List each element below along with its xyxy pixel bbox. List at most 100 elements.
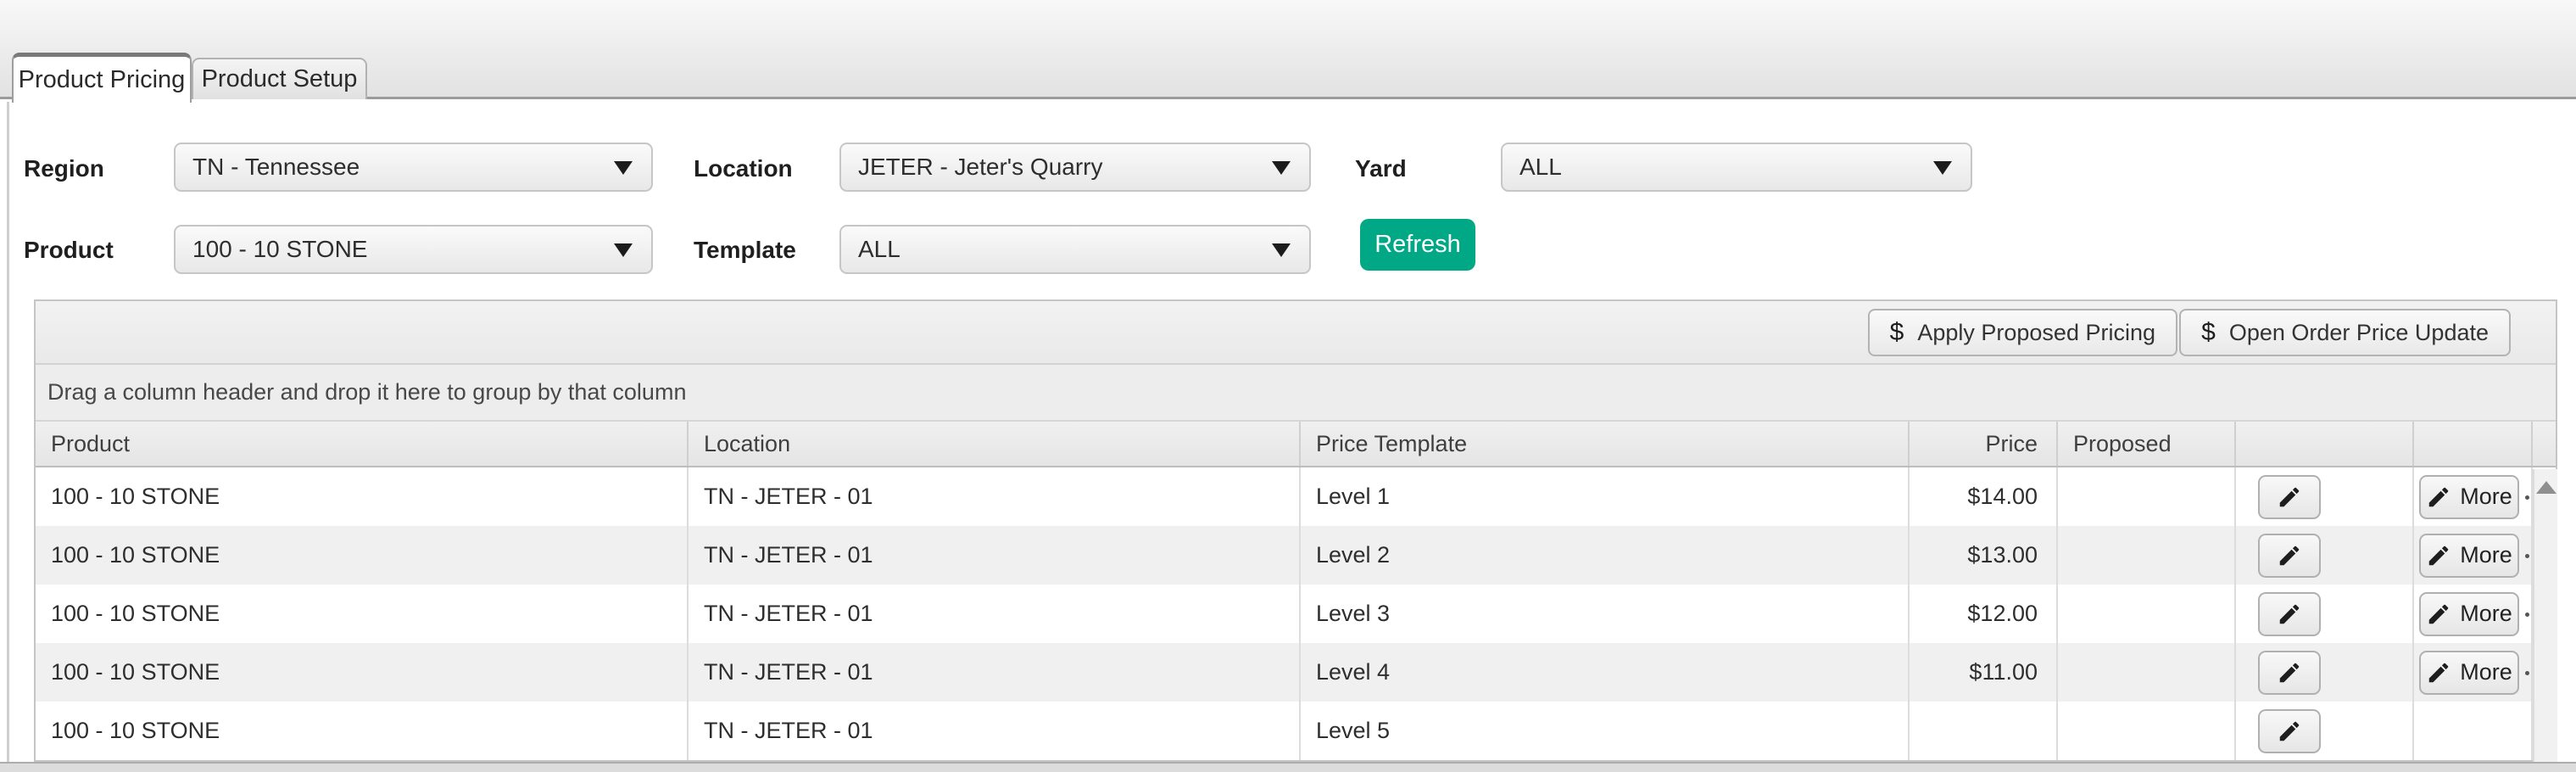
chevron-down-icon (614, 161, 633, 175)
cell-edit (2236, 467, 2414, 526)
scroll-up-icon[interactable] (2535, 481, 2556, 494)
cell-edit (2236, 643, 2414, 702)
yard-label: Yard (1355, 155, 1407, 182)
cell-price-template: Level 4 (1301, 643, 1910, 702)
top-band (0, 0, 2576, 99)
edit-button[interactable] (2258, 474, 2321, 519)
cell-price-template: Level 1 (1301, 467, 1910, 526)
table-row: 100 - 10 STONE TN - JETER - 01 Level 1 $14.… (36, 467, 2556, 526)
product-dropdown[interactable]: 100 - 10 STONE (174, 225, 653, 274)
edit-button[interactable] (2258, 533, 2321, 578)
more-button-label: More (2460, 659, 2512, 685)
row-dot (2525, 670, 2529, 675)
cell-location: TN - JETER - 01 (689, 526, 1301, 585)
cell-more: More (2414, 585, 2533, 643)
template-dropdown[interactable]: ALL (839, 225, 1311, 274)
group-drop-hint: Drag a column header and drop it here to… (47, 379, 687, 405)
dollar-icon: $ (1889, 318, 1904, 346)
table-row: 100 - 10 STONE TN - JETER - 01 Level 5 (36, 702, 2556, 760)
cell-location: TN - JETER - 01 (689, 643, 1301, 702)
location-dropdown[interactable]: JETER - Jeter's Quarry (839, 143, 1311, 192)
cell-location: TN - JETER - 01 (689, 702, 1301, 760)
cell-product: 100 - 10 STONE (36, 585, 689, 643)
grid-toolbar: $ Apply Proposed Pricing $ Open Order Pr… (36, 301, 2556, 365)
cell-price (1910, 702, 2058, 760)
row-dot (2525, 612, 2529, 617)
cell-product: 100 - 10 STONE (36, 467, 689, 526)
edit-button[interactable] (2258, 708, 2321, 753)
template-label: Template (694, 237, 796, 263)
column-header-product[interactable]: Product (36, 422, 689, 466)
product-dropdown-value: 100 - 10 STONE (192, 236, 368, 262)
table-row: 100 - 10 STONE TN - JETER - 01 Level 3 $12.… (36, 585, 2556, 643)
cell-proposed (2058, 643, 2236, 702)
cell-price-template: Level 5 (1301, 702, 1910, 760)
cell-price-template: Level 3 (1301, 585, 1910, 643)
pencil-icon (2279, 487, 2300, 506)
grid-body: 100 - 10 STONE TN - JETER - 01 Level 1 $14.… (36, 467, 2556, 760)
column-header-proposed[interactable]: Proposed (2058, 422, 2236, 466)
product-label: Product (24, 237, 114, 263)
pencil-icon (2428, 604, 2449, 624)
cell-more: More (2414, 467, 2533, 526)
cell-price: $12.00 (1910, 585, 2058, 643)
pencil-icon (2428, 663, 2449, 682)
pricing-grid: $ Apply Proposed Pricing $ Open Order Pr… (34, 299, 2557, 762)
table-row: 100 - 10 STONE TN - JETER - 01 Level 2 $13.… (36, 526, 2556, 585)
cell-proposed (2058, 526, 2236, 585)
open-order-price-update-label: Open Order Price Update (2228, 319, 2489, 345)
cell-location: TN - JETER - 01 (689, 585, 1301, 643)
region-dropdown-value: TN - Tennessee (192, 154, 360, 180)
cell-location: TN - JETER - 01 (689, 467, 1301, 526)
more-button[interactable]: More (2419, 533, 2519, 578)
row-dot (2525, 495, 2529, 500)
yard-dropdown[interactable]: ALL (1501, 143, 1972, 192)
column-header-price-template[interactable]: Price Template (1301, 422, 1910, 466)
cell-proposed (2058, 467, 2236, 526)
chevron-down-icon (1272, 161, 1291, 175)
open-order-price-update-button[interactable]: $ Open Order Price Update (2179, 309, 2511, 356)
apply-proposed-pricing-label: Apply Proposed Pricing (1917, 319, 2155, 345)
template-dropdown-value: ALL (858, 236, 900, 262)
cell-price: $11.00 (1910, 643, 2058, 702)
cell-product: 100 - 10 STONE (36, 526, 689, 585)
pencil-icon (2279, 663, 2300, 682)
cell-proposed (2058, 585, 2236, 643)
apply-proposed-pricing-button[interactable]: $ Apply Proposed Pricing (1867, 309, 2177, 356)
more-button[interactable]: More (2419, 591, 2519, 636)
refresh-button[interactable]: Refresh (1360, 219, 1475, 271)
pencil-icon (2279, 604, 2300, 624)
chevron-down-icon (614, 243, 633, 257)
column-header-price[interactable]: Price (1910, 422, 2058, 466)
location-label: Location (694, 155, 793, 182)
tab-product-pricing[interactable]: Product Pricing (12, 53, 192, 103)
more-button[interactable]: More (2419, 650, 2519, 695)
yard-dropdown-value: ALL (1519, 154, 1562, 180)
cell-product: 100 - 10 STONE (36, 702, 689, 760)
cell-price-template: Level 2 (1301, 526, 1910, 585)
more-button-label: More (2460, 542, 2512, 568)
column-header-scroll-gap (2533, 422, 2556, 466)
column-header-edit (2236, 422, 2414, 466)
edit-button[interactable] (2258, 650, 2321, 695)
panel-left-border (7, 102, 9, 762)
more-button[interactable]: More (2419, 474, 2519, 519)
more-button-label: More (2460, 601, 2512, 626)
chevron-down-icon (1272, 243, 1291, 257)
cell-price: $14.00 (1910, 467, 2058, 526)
cell-edit (2236, 526, 2414, 585)
cell-price: $13.00 (1910, 526, 2058, 585)
grid-header-row: Product Location Price Template Price Pr… (36, 422, 2556, 467)
vertical-scrollbar[interactable] (2533, 469, 2557, 762)
pencil-icon (2428, 487, 2449, 506)
pencil-icon (2279, 545, 2300, 565)
region-dropdown[interactable]: TN - Tennessee (174, 143, 653, 192)
dollar-icon: $ (2201, 318, 2216, 346)
cell-proposed (2058, 702, 2236, 760)
group-drop-zone[interactable]: Drag a column header and drop it here to… (36, 365, 2556, 422)
edit-button[interactable] (2258, 591, 2321, 636)
bottom-strip (0, 762, 2576, 772)
column-header-location[interactable]: Location (689, 422, 1301, 466)
row-dot (2525, 553, 2529, 558)
tab-product-setup[interactable]: Product Setup (192, 58, 367, 99)
